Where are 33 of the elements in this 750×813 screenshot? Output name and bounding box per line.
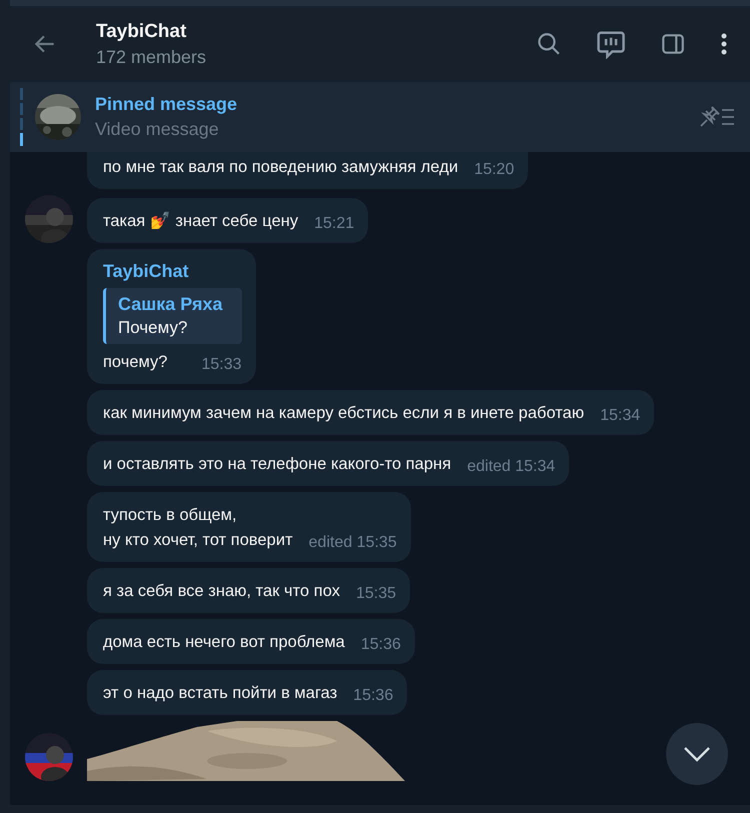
message-time: 15:21 <box>314 214 354 234</box>
message-text: и оставлять это на телефоне какого-то парня <box>103 454 452 475</box>
more-icon[interactable] <box>720 31 728 57</box>
pin-list-icon[interactable] <box>698 105 736 129</box>
message-text: я за себя все знаю, так что пох <box>103 581 340 602</box>
message-text: как минимум зачем на камеру ебстись если я в инете работаю <box>103 403 584 424</box>
message-text: эт о надо встать пойти в магаз <box>103 683 338 704</box>
member-count: 172 members <box>96 46 208 68</box>
pinned-preview: Video message <box>95 119 220 140</box>
reply-text: Почему? <box>118 317 188 339</box>
reply-quote[interactable]: Сашка Ряха Почему? <box>103 288 242 344</box>
speech-bubble-icon[interactable] <box>596 29 626 59</box>
message-text: по мне так валя по поведению замужняя леди <box>103 157 458 178</box>
search-icon[interactable] <box>536 31 562 57</box>
message-text: тупость в общем, ну кто хочет, тот поверит <box>103 505 293 551</box>
message-time: 15:34 <box>600 406 640 426</box>
reply-author: Сашка Ряха <box>118 293 224 316</box>
pinned-bar[interactable]: Pinned message Video message <box>10 82 750 152</box>
message-time: 15:35 <box>356 584 396 604</box>
chat-title: TaybiChat <box>96 20 188 42</box>
message-time: 15:33 <box>201 355 242 375</box>
sender-name[interactable]: TaybiChat <box>103 261 242 282</box>
message-time: 15:36 <box>353 686 394 706</box>
pin-indicator-icon <box>20 88 23 146</box>
message-time: 15:36 <box>360 635 401 655</box>
message-time: 15:20 <box>474 160 514 180</box>
message-text: дома есть нечего вот проблема <box>103 632 345 653</box>
message-text: почему? <box>103 352 168 373</box>
message-time: edited 15:35 <box>308 533 397 553</box>
chevron-down-icon <box>683 746 711 762</box>
message-text: такая 💅 знает себе цену <box>103 210 298 232</box>
pinned-title: Pinned message <box>95 94 238 115</box>
message-time: edited 15:34 <box>467 457 556 477</box>
